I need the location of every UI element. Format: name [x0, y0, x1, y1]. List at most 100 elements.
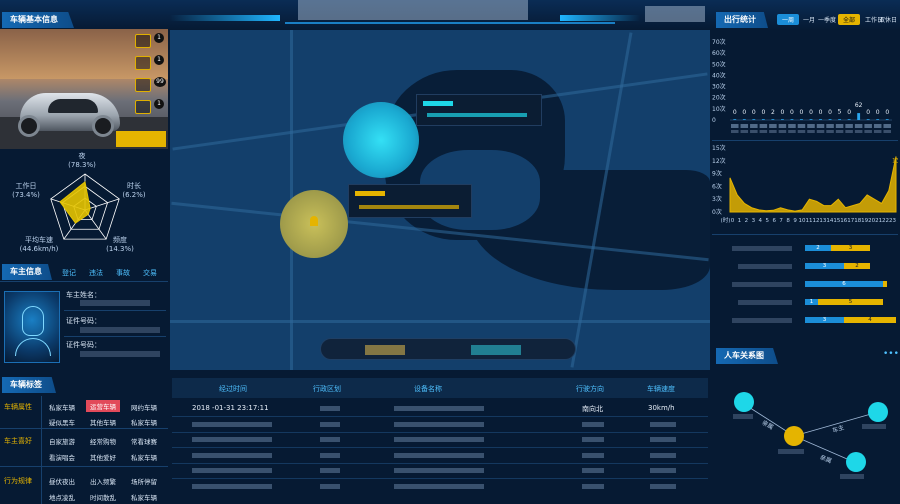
person-node-icon-2[interactable] — [846, 452, 866, 472]
x-tick-blurred — [854, 124, 863, 128]
x-tick-label: 0 — [731, 218, 735, 224]
vehicle-side-icons: 1 1 99 1 — [135, 33, 166, 126]
row-divider — [172, 431, 708, 433]
area-series — [729, 156, 897, 213]
bar — [828, 119, 832, 120]
tag-scattered-places[interactable]: 地点凌乱 — [49, 492, 75, 502]
map-hotspot-yellow[interactable] — [280, 190, 348, 258]
legend-item-yellow[interactable] — [365, 345, 405, 355]
owner-name-label: 车主姓名： — [66, 291, 101, 299]
person-node-icon[interactable] — [734, 392, 754, 412]
trip-count-bar-chart: 70次60次50次40次30次20次10次00 0 0 0 2 0 0 0 0 0 0 5 0620 0 0 — [712, 38, 892, 133]
cell-blurred — [394, 468, 484, 473]
x-tick-blurred — [778, 124, 787, 128]
tag-private-car-4[interactable]: 私家车辆 — [131, 492, 157, 502]
tag-ride-hailing[interactable]: 网约车辆 — [131, 402, 157, 412]
tag-frequent-access[interactable]: 出入频繁 — [90, 476, 116, 486]
bar-value-label: 5 — [838, 108, 842, 115]
bar — [800, 119, 803, 120]
x-tick-blurred — [835, 124, 844, 128]
period-week[interactable]: 一周 — [777, 14, 800, 25]
tag-suspected-illegal-taxi[interactable]: 疑似黑车 — [49, 417, 75, 427]
bar-segment-blue: 1 — [805, 299, 818, 305]
bar-value-label: 0 — [800, 109, 804, 116]
tag-place-stay[interactable]: 场所停留 — [131, 476, 157, 486]
x-tick-blurred — [750, 124, 758, 128]
bar — [819, 119, 822, 120]
tag-category-behavior: 行为规律 — [4, 477, 32, 485]
cell-blurred — [650, 468, 676, 473]
x-tick-blurred — [845, 124, 853, 128]
x-tick-blurred — [864, 130, 872, 133]
bar — [742, 119, 746, 120]
row-divider — [172, 447, 708, 448]
y-tick-label: 10次 — [712, 105, 726, 113]
tag-scattered-times[interactable]: 时间散乱 — [90, 492, 116, 502]
tag-nocturnal[interactable]: 昼伏夜出 — [49, 476, 75, 486]
cell-blurred — [582, 437, 604, 442]
y-tick-label: 20次 — [712, 94, 726, 102]
tab-registration[interactable]: 登记 — [62, 268, 76, 278]
bar-segment-gold: 2 — [844, 263, 870, 269]
x-tick-blurred — [731, 124, 739, 128]
bar — [761, 119, 765, 120]
map-popup-cyan[interactable] — [416, 94, 542, 126]
camera-icon[interactable]: 1 — [135, 33, 164, 48]
tag-watch-games[interactable]: 常看球赛 — [131, 436, 157, 446]
cell-blurred — [650, 421, 676, 427]
legend-item-cyan[interactable] — [471, 345, 521, 355]
y-tick-label: 0次 — [712, 208, 722, 216]
bar — [733, 119, 737, 120]
location-label-blurred — [732, 282, 792, 287]
radar-area — [59, 181, 91, 224]
tag-operating-car[interactable]: 运营车辆 — [86, 400, 120, 412]
bar — [857, 113, 861, 120]
bar — [809, 119, 813, 120]
tab-transaction[interactable]: 交易 — [143, 268, 157, 278]
bar — [876, 119, 880, 120]
bar — [752, 119, 756, 120]
tag-private-car-2[interactable]: 私家车辆 — [131, 417, 157, 427]
period-all[interactable]: 全部 — [838, 14, 861, 25]
bar-segment-blue: 3 — [805, 263, 844, 269]
cell-blurred — [394, 452, 484, 458]
tag-other-hobbies[interactable]: 其他爱好 — [90, 452, 116, 462]
y-tick-label: 6次 — [712, 182, 722, 190]
peak-label: 13 — [892, 158, 898, 165]
tab-accident[interactable]: 事故 — [116, 268, 130, 278]
x-tick-blurred — [883, 130, 891, 133]
tag-frequent-shopping[interactable]: 经常购物 — [90, 436, 116, 446]
person-icon[interactable]: 1 — [135, 99, 164, 114]
radar-label-duration: 时长 (6.2%) — [122, 182, 146, 199]
car-wheel — [92, 115, 114, 137]
x-tick-blurred — [845, 130, 853, 133]
cell-blurred — [394, 406, 484, 411]
map-hotspot-cyan[interactable] — [343, 102, 419, 178]
cell-blurred — [582, 452, 604, 458]
tab-violation[interactable]: 违法 — [89, 268, 103, 278]
bar-segment-gold: 4 — [844, 317, 896, 323]
more-options-icon[interactable]: ••• — [883, 349, 899, 359]
tag-private-car-3[interactable]: 私家车辆 — [131, 452, 157, 462]
tag-other-vehicle[interactable]: 其他车辆 — [90, 417, 116, 427]
x-tick-blurred — [778, 130, 787, 133]
x-tick-label: 1 — [738, 218, 742, 224]
bar — [780, 119, 784, 120]
x-tick-blurred — [759, 130, 768, 133]
x-tick-blurred — [873, 124, 882, 128]
bottle-icon[interactable]: 1 — [135, 55, 164, 70]
tag-category-preference: 车主喜好 — [4, 437, 32, 445]
period-quarter[interactable]: 一季度 — [813, 14, 841, 25]
tag-private-car[interactable]: 私家车辆 — [49, 402, 75, 412]
document-icon[interactable]: 99 — [135, 77, 166, 92]
tag-self-drive-travel[interactable]: 自家旅游 — [49, 436, 75, 446]
map-popup-yellow[interactable] — [348, 184, 472, 218]
bar — [847, 119, 851, 120]
x-tick-blurred — [835, 130, 844, 133]
period-weekend[interactable]: 双休日 — [879, 14, 897, 25]
tag-concerts[interactable]: 看演唱会 — [49, 452, 75, 462]
vehicle-node-icon[interactable] — [868, 402, 888, 422]
car-node-icon[interactable] — [784, 426, 804, 446]
owner-face-scan — [4, 291, 60, 363]
x-tick-blurred — [759, 124, 768, 128]
